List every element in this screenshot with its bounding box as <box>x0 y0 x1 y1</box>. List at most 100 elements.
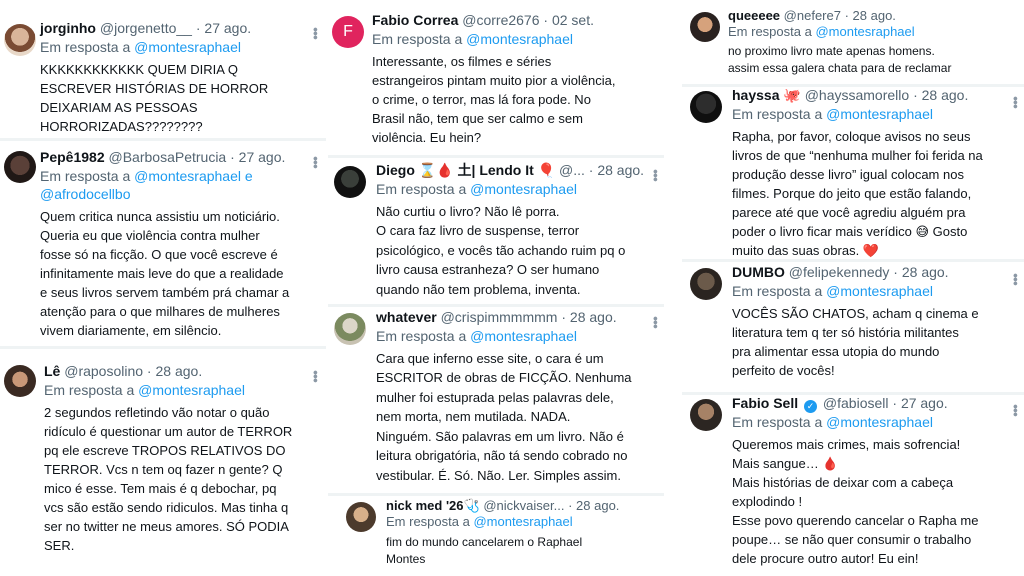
tweet-jorginho[interactable]: jorginho @jorgenetto__ · 27 ago. Em resp… <box>0 4 326 138</box>
reply-line: Em resposta a @montesraphael <box>376 327 662 345</box>
tweet-fabio-sell[interactable]: Fabio Sell ✓ @fabiosell · 27 ago. Em res… <box>682 395 1024 576</box>
tweet-date[interactable]: 28 ago. <box>922 87 969 103</box>
more-options-icon[interactable]: ••• <box>1008 96 1024 108</box>
reply-mention[interactable]: @montesraphael <box>134 39 241 55</box>
author-handle[interactable]: @hayssamorello <box>805 87 909 103</box>
reply-mention[interactable]: @montesraphael <box>138 382 245 398</box>
reply-mention[interactable]: @montesraphael <box>473 514 572 529</box>
avatar-letter: F <box>343 23 353 40</box>
reply-mention[interactable]: @montesraphael <box>470 181 577 197</box>
tweet-text: Queremos mais crimes, mais sofrencia! Ma… <box>732 437 979 567</box>
tweet-pepe1982[interactable]: Pepê1982 @BarbosaPetrucia · 27 ago. Em r… <box>0 141 326 346</box>
author-name[interactable]: Fabio Correa <box>372 12 458 28</box>
more-options-icon[interactable]: ••• <box>308 370 324 382</box>
reply-line: Em resposta a @montesraphael <box>376 180 662 198</box>
more-options-icon[interactable]: ••• <box>308 156 324 168</box>
reply-prefix: Em resposta a <box>376 180 467 197</box>
avatar[interactable] <box>690 12 720 42</box>
avatar[interactable] <box>690 268 722 300</box>
reply-prefix: Em resposta a <box>372 30 463 47</box>
tweet-date[interactable]: 28 ago. <box>902 264 949 280</box>
reply-mention[interactable]: @montesraphael <box>466 31 573 47</box>
tweet-date[interactable]: 28 ago. <box>853 8 896 23</box>
avatar[interactable]: F <box>332 16 364 48</box>
tweet-text: Interessante, os filmes e séries estrang… <box>372 53 616 145</box>
tweet-date[interactable]: 28 ago. <box>570 309 617 325</box>
more-options-icon[interactable]: ••• <box>648 169 664 181</box>
reply-line: Em resposta a @montesraphael <box>732 413 1018 431</box>
reply-joiner: e <box>240 167 253 184</box>
verified-badge-icon: ✓ <box>804 400 818 413</box>
avatar[interactable] <box>334 313 366 345</box>
tweet-text: Cara que inferno esse site, o cara é um … <box>376 350 632 483</box>
more-options-icon[interactable]: ••• <box>1008 273 1024 285</box>
author-name[interactable]: whatever <box>376 309 437 325</box>
author-handle[interactable]: @jorgenetto__ <box>100 20 192 36</box>
reply-mention[interactable]: @montesraphael <box>826 106 933 122</box>
author-name[interactable]: Diego ⌛🩸 土| Lendo It 🎈 <box>376 162 555 178</box>
avatar[interactable] <box>4 365 36 397</box>
reply-prefix: Em resposta a <box>40 38 131 55</box>
author-handle[interactable]: @felipekennedy <box>789 264 890 280</box>
more-options-icon[interactable]: ••• <box>1008 404 1024 416</box>
reply-mention[interactable]: @montesraphael <box>815 24 914 39</box>
author-name[interactable]: Lê <box>44 363 60 379</box>
more-options-icon[interactable]: ••• <box>648 316 664 328</box>
tweet-queeeee[interactable]: queeeee @nefere7 · 28 ago. Em resposta a… <box>682 4 988 84</box>
reply-mention[interactable]: @montesraphael <box>470 328 577 344</box>
author-handle[interactable]: @raposolino <box>64 363 143 379</box>
author-name[interactable]: jorginho <box>40 20 96 36</box>
author-name[interactable]: Pepê1982 <box>40 149 105 165</box>
tweet-date[interactable]: 27 ago. <box>901 395 948 411</box>
avatar[interactable] <box>4 24 36 56</box>
separator: · <box>840 8 853 23</box>
tweet-dumbo[interactable]: DUMBO @felipekennedy · 28 ago. Em respos… <box>682 262 1024 392</box>
author-name[interactable]: Fabio Sell <box>732 395 798 411</box>
tweet-date[interactable]: 27 ago. <box>239 149 286 165</box>
tweet-text: KKKKKKKKKKKK QUEM DIRIA Q ESCREVER HISTÓ… <box>40 61 269 134</box>
avatar[interactable] <box>334 166 366 198</box>
tweet-fabio-correa[interactable]: F Fabio Correa @corre2676 · 02 set. Em r… <box>328 6 664 156</box>
tweet-date[interactable]: 27 ago. <box>204 20 251 36</box>
tweet-date[interactable]: 28 ago. <box>156 363 203 379</box>
separator: · <box>584 162 598 178</box>
author-name[interactable]: DUMBO <box>732 264 785 280</box>
author-handle[interactable]: @BarbosaPetrucia <box>109 149 227 165</box>
tweet-diego[interactable]: Diego ⌛🩸 土| Lendo It 🎈 @... · 28 ago. Em… <box>328 158 664 304</box>
author-handle[interactable]: @corre2676 <box>462 12 539 28</box>
more-options-icon[interactable]: ••• <box>308 27 324 39</box>
author-handle[interactable]: @... <box>559 162 585 178</box>
tweet-whatever[interactable]: whatever @crispimmmmmm · 28 ago. Em resp… <box>328 307 664 493</box>
separator: · <box>539 12 552 28</box>
separator: · <box>557 309 570 325</box>
reply-mention[interactable]: @montesraphael <box>826 283 933 299</box>
tweet-nick-med[interactable]: nick med '26🩺 @nickvaiser... · 28 ago. E… <box>340 496 640 576</box>
avatar[interactable] <box>346 502 376 532</box>
avatar[interactable] <box>4 151 36 183</box>
reply-mention[interactable]: @montesraphael <box>134 168 241 184</box>
reply-prefix: Em resposta a <box>40 167 131 184</box>
author-handle[interactable]: @fabiosell <box>823 395 889 411</box>
avatar[interactable] <box>690 91 722 123</box>
author-name[interactable]: hayssa 🐙 <box>732 87 801 103</box>
author-handle[interactable]: @nefere7 <box>784 8 841 23</box>
author-name[interactable]: nick med '26🩺 <box>386 498 480 513</box>
avatar[interactable] <box>690 399 722 431</box>
tweet-text: Rapha, por favor, coloque avisos no seus… <box>732 128 983 258</box>
tweet-text: no proximo livro mate apenas homens. ass… <box>728 44 952 76</box>
separator: · <box>909 87 922 103</box>
author-handle[interactable]: @crispimmmmmm <box>441 309 558 325</box>
separator: · <box>888 395 901 411</box>
tweet-le[interactable]: Lê @raposolino · 28 ago. Em resposta a @… <box>0 349 326 576</box>
author-handle[interactable]: @nickvaiser... <box>483 498 564 513</box>
tweet-hayssa[interactable]: hayssa 🐙 @hayssamorello · 28 ago. Em res… <box>682 87 1024 259</box>
tweet-text: Quem critica nunca assistiu um noticiári… <box>40 208 290 338</box>
reply-mention[interactable]: @afrodocellbo <box>40 186 131 202</box>
reply-mention[interactable]: @montesraphael <box>826 414 933 430</box>
reply-prefix: Em resposta a <box>728 24 812 40</box>
tweet-date[interactable]: 02 set. <box>552 12 594 28</box>
author-name[interactable]: queeeee <box>728 8 780 23</box>
tweet-date[interactable]: 28 ago. <box>576 498 619 513</box>
reply-line: Em resposta a @montesraphael <box>732 282 1018 300</box>
tweet-date[interactable]: 28 ago. <box>597 162 644 178</box>
